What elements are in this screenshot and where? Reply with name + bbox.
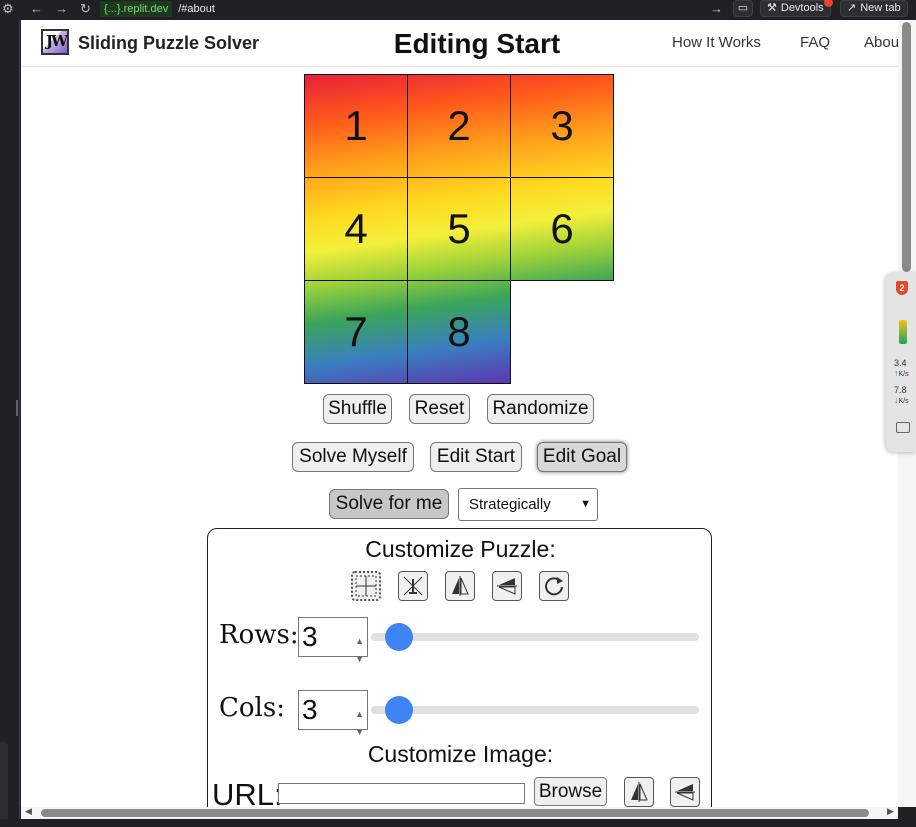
site-header: Sliding Puzzle Solver Editing Start How … [21,20,916,67]
external-link-icon: ↗ [847,2,857,14]
randomize-button[interactable]: Randomize [487,394,594,424]
cols-slider-thumb[interactable] [385,696,413,724]
flip-horizontal-icon [631,782,648,802]
shuffle-button[interactable]: Shuffle [323,394,392,424]
extension-panel: 2 3.4 ↑K/s 7.8 ↓K/s [886,272,916,452]
url-label: URL: [212,777,283,807]
cols-label: Cols: [219,693,285,723]
spin-down-icon[interactable]: ▼ [355,640,364,678]
address-bar[interactable]: {...}.replit.dev /#about [100,0,700,18]
window-bottom-edge [0,819,916,827]
puzzle-tile[interactable]: 3 [510,74,614,178]
cast-icon[interactable]: ▭ [733,0,753,17]
download-speed: 7.8 ↓K/s [894,385,909,405]
devtools-button[interactable]: ⚒ Devtools [760,0,833,17]
strategy-selected: Strategically [469,496,551,513]
new-tab-button[interactable]: ↗ New tab [840,0,908,17]
browse-button[interactable]: Browse [534,777,607,806]
settings-icon[interactable]: ⚙ [2,1,14,17]
url-host: {...}.replit.dev [100,1,173,17]
flip-horizontal-button[interactable] [445,571,475,601]
reload-icon[interactable]: ↻ [80,1,91,17]
rows-input[interactable]: 3 ▲ ▼ [298,617,368,664]
puzzle-tile[interactable]: 8 [407,280,511,384]
image-flip-vertical-button[interactable] [670,777,700,807]
crossed-number-icon [403,576,423,596]
side-dock [0,742,8,822]
puzzle-tile[interactable]: 4 [304,177,408,281]
puzzle-tile[interactable]: 1 [304,74,408,178]
back-icon[interactable]: ← [30,1,43,16]
vertical-scroll-thumb[interactable] [902,22,911,272]
grid-icon [355,575,377,597]
left-gutter [0,20,20,827]
upload-speed: 3.4 ↑K/s [894,358,909,378]
page-viewport: Sliding Puzzle Solver Editing Start How … [21,20,916,807]
image-flip-horizontal-button[interactable] [624,777,654,807]
solve-myself-button[interactable]: Solve Myself [292,442,414,472]
rotate-button[interactable] [539,571,569,601]
rows-slider-thumb[interactable] [385,623,413,651]
puzzle-tile[interactable]: 6 [510,177,614,281]
image-url-input[interactable] [278,783,525,804]
battery-gauge-icon [899,320,907,344]
flip-vertical-icon [497,578,517,595]
page-title: Editing Start [393,28,561,59]
nav-faq[interactable]: FAQ [800,34,830,51]
rows-label: Rows: [219,620,299,650]
go-icon[interactable]: → [710,1,723,16]
scroll-right-icon[interactable]: ▶ [887,806,894,817]
resize-handle[interactable] [16,400,18,416]
flip-vertical-icon [675,784,695,801]
cols-input[interactable]: 3 ▲ ▼ [298,690,368,737]
puzzle-tile[interactable]: 5 [407,177,511,281]
puzzle-tile[interactable]: 2 [407,74,511,178]
puzzle-tile[interactable]: 7 [304,280,408,384]
customize-panel: Customize Puzzle: Rows: 3 ▲ ▼ Cols: 3 ▲ [207,528,712,807]
reset-button[interactable]: Reset [409,394,470,424]
scroll-left-icon[interactable]: ◀ [25,806,32,817]
url-path: /#about [178,3,215,15]
customize-puzzle-title: Customize Puzzle: [365,536,556,562]
shield-icon[interactable]: 2 [896,281,908,295]
edit-goal-button[interactable]: Edit Goal [537,442,627,472]
nav-how-it-works[interactable]: How It Works [672,34,761,51]
flip-vertical-button[interactable] [492,571,522,601]
new-tab-label: New tab [860,2,901,14]
forward-icon[interactable]: → [55,1,68,16]
notification-badge [823,0,833,7]
wrench-icon: ⚒ [767,2,777,14]
no-numbers-button[interactable] [398,571,428,601]
horizontal-scrollbar[interactable]: ◀ ▶ [21,806,898,819]
grid-lines-button[interactable] [351,571,381,601]
horizontal-scroll-thumb[interactable] [41,809,869,817]
rotate-icon [545,577,563,596]
edit-start-button[interactable]: Edit Start [430,442,522,472]
puzzle-board: 1 2 3 4 5 6 7 8 [304,74,615,386]
devtools-label: Devtools [780,2,824,14]
customize-image-title: Customize Image: [367,741,554,767]
chevron-down-icon: ▼ [580,498,591,510]
solve-for-me-button[interactable]: Solve for me [329,489,449,519]
rows-slider[interactable] [371,623,699,651]
cols-slider[interactable] [371,696,699,724]
flip-horizontal-icon [452,576,469,596]
camera-icon[interactable] [896,422,910,433]
browser-toolbar: ⚙ ← → ↻ {...}.replit.dev /#about → ▭ ⚒ D… [0,0,916,20]
strategy-select[interactable]: Strategically ▼ [458,488,598,521]
